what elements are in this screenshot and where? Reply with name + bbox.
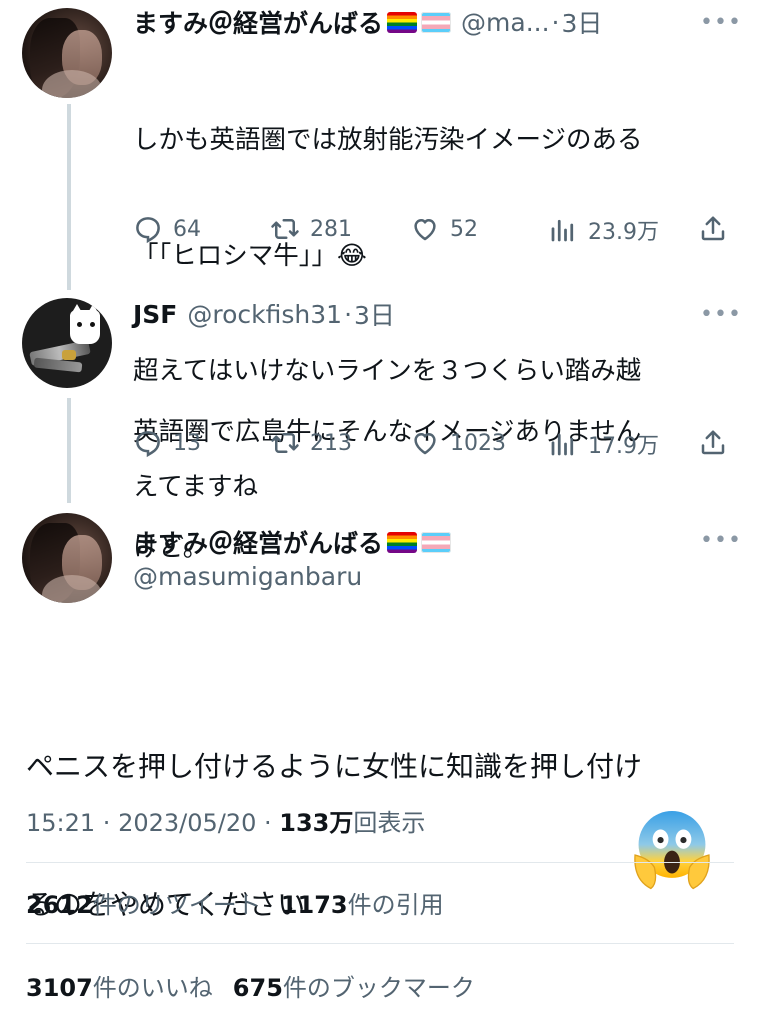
user-handle[interactable]: @rockfish31 bbox=[187, 300, 342, 329]
retweets-label: 件のリツイート bbox=[92, 891, 261, 919]
analytics-icon bbox=[551, 433, 574, 456]
tweet-header: JSF @rockfish31 · 3日 bbox=[133, 296, 395, 332]
reply-count: 64 bbox=[173, 216, 201, 242]
divider bbox=[26, 862, 734, 863]
bookmarks-label: 件のブックマーク bbox=[282, 974, 475, 1002]
tweet-text-line: ペニスを押し付けるように女性に知識を押し付け bbox=[26, 750, 643, 783]
reply-icon bbox=[136, 217, 160, 244]
more-options-icon[interactable]: ••• bbox=[700, 10, 742, 35]
retweet-count: 281 bbox=[310, 216, 352, 242]
user-handle[interactable]: @ma... bbox=[461, 8, 550, 37]
tweet-date[interactable]: 2023/05/20 bbox=[118, 809, 256, 837]
like-button[interactable]: 52 bbox=[410, 214, 478, 244]
like-count: 1023 bbox=[450, 430, 506, 456]
tweet-text-line: しかも英語圏では放射能汚染イメージのある bbox=[133, 125, 643, 155]
heart-icon bbox=[414, 433, 436, 455]
timestamp[interactable]: 3日 bbox=[561, 4, 602, 40]
tweet-time[interactable]: 15:21 bbox=[26, 809, 95, 837]
separator: · bbox=[344, 299, 353, 329]
like-bookmark-stats: 3107件のいいね 675件のブックマーク bbox=[26, 968, 475, 1003]
views-button[interactable]: 23.9万 bbox=[548, 214, 659, 246]
transgender-flag-icon bbox=[421, 11, 452, 33]
view-count: 23.9万 bbox=[588, 220, 659, 245]
views-label: 回表示 bbox=[353, 809, 426, 837]
analytics-icon bbox=[551, 219, 574, 242]
separator: · bbox=[551, 7, 560, 37]
thread-connector-line bbox=[67, 104, 71, 290]
like-count: 52 bbox=[450, 216, 478, 242]
share-icon bbox=[701, 430, 725, 455]
rainbow-flag-icon bbox=[387, 531, 418, 553]
share-button[interactable] bbox=[698, 214, 738, 244]
reply-icon bbox=[136, 431, 160, 458]
retweet-icon bbox=[271, 219, 299, 239]
heart-icon bbox=[414, 219, 436, 241]
retweet-quote-stats: 2612件のリツイート 1173件の引用 bbox=[26, 885, 444, 920]
rainbow-flag-icon bbox=[387, 11, 418, 33]
quotes-number: 1173 bbox=[280, 891, 348, 919]
user-handle[interactable]: @masumiganbaru bbox=[133, 562, 362, 591]
retweets-link[interactable]: 2612件のリツイート bbox=[26, 891, 261, 919]
separator: · bbox=[256, 809, 280, 837]
display-name[interactable]: JSF bbox=[133, 300, 177, 329]
avatar[interactable] bbox=[22, 8, 112, 98]
avatar[interactable] bbox=[22, 298, 112, 388]
retweet-button[interactable]: 281 bbox=[270, 214, 352, 244]
tweet-header: ますみ＠経営がんばる bbox=[133, 524, 452, 560]
display-name[interactable]: ますみ＠経営がんばる bbox=[133, 4, 383, 40]
retweet-count: 213 bbox=[310, 430, 352, 456]
bookmarks-link[interactable]: 675件のブックマーク bbox=[233, 974, 475, 1002]
more-options-icon[interactable]: ••• bbox=[700, 302, 742, 327]
retweets-number: 2612 bbox=[26, 891, 93, 919]
view-count: 17.9万 bbox=[588, 434, 659, 459]
timestamp[interactable]: 3日 bbox=[354, 296, 395, 332]
more-options-icon[interactable]: ••• bbox=[700, 528, 742, 553]
views-number: 133万 bbox=[279, 809, 354, 837]
share-icon bbox=[701, 216, 725, 241]
retweet-icon bbox=[271, 433, 299, 453]
share-button[interactable] bbox=[698, 428, 738, 458]
reply-button[interactable]: 64 bbox=[133, 214, 201, 244]
like-button[interactable]: 1023 bbox=[410, 428, 506, 458]
quotes-link[interactable]: 1173件の引用 bbox=[281, 891, 444, 919]
reply-count: 13 bbox=[173, 430, 201, 456]
likes-number: 3107 bbox=[26, 974, 93, 1002]
quotes-label: 件の引用 bbox=[347, 891, 444, 919]
bookmarks-number: 675 bbox=[232, 974, 283, 1002]
divider bbox=[26, 943, 734, 944]
transgender-flag-icon bbox=[421, 531, 452, 553]
likes-link[interactable]: 3107件のいいね bbox=[26, 974, 213, 1002]
reply-button[interactable]: 13 bbox=[133, 428, 201, 458]
face-screaming-in-fear-icon bbox=[634, 811, 710, 890]
views-button[interactable]: 17.9万 bbox=[548, 428, 659, 460]
separator: · bbox=[95, 809, 119, 837]
likes-label: 件のいいね bbox=[92, 974, 213, 1002]
tweet-meta: 15:21 · 2023/05/20 · 133万回表示 bbox=[26, 803, 425, 838]
thread-connector-line bbox=[67, 398, 71, 503]
handle-row: @masumiganbaru bbox=[133, 562, 362, 591]
display-name[interactable]: ますみ＠経営がんばる bbox=[133, 524, 383, 560]
tweet-header: ますみ＠経営がんばる @ma... · 3日 bbox=[133, 4, 602, 40]
avatar[interactable] bbox=[22, 513, 112, 603]
retweet-button[interactable]: 213 bbox=[270, 428, 352, 458]
